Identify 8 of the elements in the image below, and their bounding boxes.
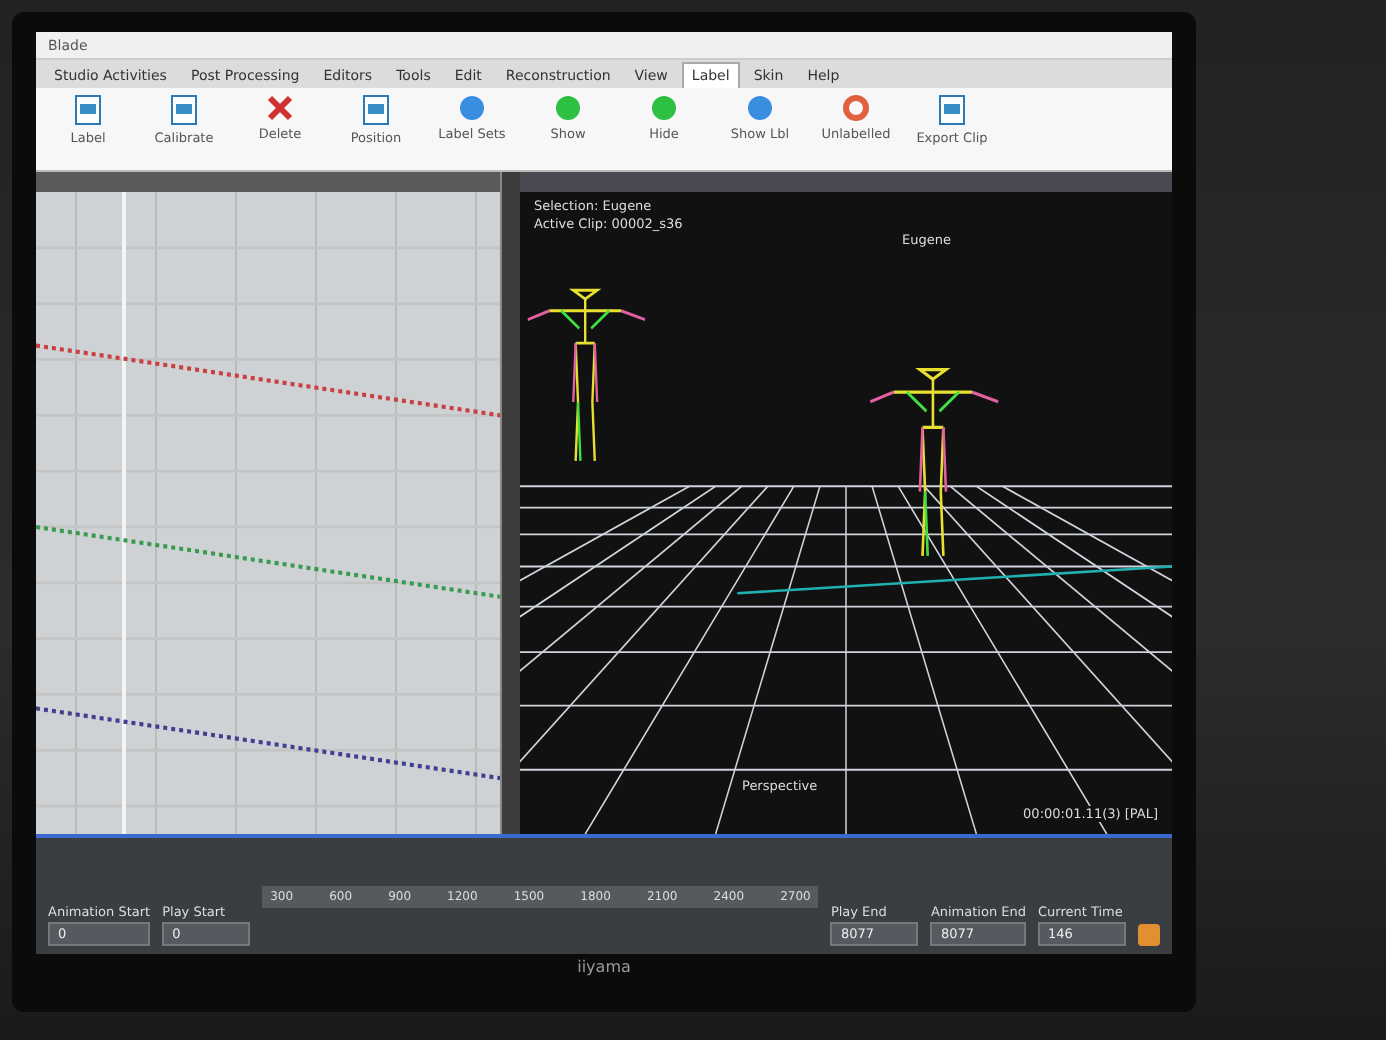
document-icon (938, 94, 966, 126)
document-icon (362, 94, 390, 126)
play-button[interactable] (1138, 924, 1160, 946)
document-icon (74, 94, 102, 126)
ring-icon (842, 94, 870, 122)
document-icon (170, 94, 198, 126)
cross-icon (266, 94, 294, 122)
brand-label: iiyama (577, 960, 631, 976)
